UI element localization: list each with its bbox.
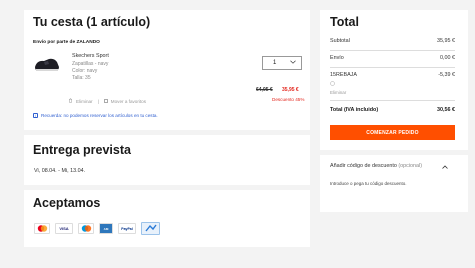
checkbox-icon: [103, 99, 108, 103]
maestro-icon: [78, 223, 94, 234]
total-label: Total (IVA incluido): [330, 107, 379, 113]
quantity-select[interactable]: 1: [262, 56, 302, 70]
total-title: Total: [330, 15, 359, 29]
subtotal-row: Subtotal 35,95 €: [330, 38, 455, 44]
subtotal-label: Subtotal: [330, 38, 350, 44]
promo-code: 15REBAJA: [330, 72, 357, 78]
delivery-title: Entrega prevista: [33, 143, 131, 157]
trash-icon: [68, 98, 73, 104]
cart-title: Tu cesta (1 artículo): [33, 15, 151, 29]
notice-text: Recuerda: no podemos reservar los artícu…: [41, 113, 158, 118]
divider: [330, 67, 455, 68]
total-value: 30,56 €: [437, 107, 455, 113]
subtotal-value: 35,95 €: [437, 38, 455, 44]
product-image[interactable]: [34, 52, 60, 74]
divider: [330, 50, 455, 51]
promo-remove-link[interactable]: Eliminar: [330, 90, 346, 95]
delivery-dates: Vi, 08.04. - Mi, 13.04.: [34, 168, 86, 174]
price-original: 64,95 €: [256, 87, 273, 93]
quantity-value: 1: [273, 60, 277, 66]
promo-value: -5,39 €: [438, 72, 455, 78]
mastercard-icon: [34, 223, 50, 234]
discount-optional: (opcional): [398, 163, 423, 169]
paypal-icon: PayPal: [118, 223, 136, 234]
checkout-button[interactable]: COMENZAR PEDIDO: [330, 125, 455, 140]
discount-toggle[interactable]: Añadir código de descuento (opcional): [330, 163, 422, 169]
payment-title: Aceptamos: [33, 196, 101, 210]
item-actions: Eliminar | Mover a favoritos: [68, 98, 146, 104]
price-sale: 35,95 €: [282, 87, 299, 93]
shipping-value: 0,00 €: [440, 55, 455, 61]
remove-link[interactable]: Eliminar: [76, 99, 93, 104]
product-size: Talla: 35: [72, 75, 91, 81]
info-icon: i: [33, 113, 38, 118]
promo-row: 15REBAJA -5,39 €: [330, 72, 455, 78]
payment-methods: VISA AM PayPal: [34, 222, 160, 235]
product-name[interactable]: Skechers Sport: [72, 53, 109, 59]
chevron-down-icon: [290, 60, 296, 66]
product-type: Zapatillas - navy: [72, 61, 109, 67]
shipping-row: Envío 0,00 €: [330, 55, 455, 61]
cart-notice: i Recuerda: no podemos reservar los artí…: [33, 113, 158, 118]
discount-subtitle: Introduce o pega tu código descuento.: [330, 181, 407, 186]
divider: [330, 100, 455, 101]
klarna-icon: [141, 222, 160, 235]
product-color: Color: navy: [72, 68, 98, 74]
discount-title: Añadir código de descuento: [330, 163, 397, 169]
visa-icon: VISA: [55, 223, 73, 234]
discount-badge: Descuento 45%: [272, 97, 305, 102]
shipping-label: Envío: [330, 55, 344, 61]
seller-label: Envío por parte de ZALANDO: [33, 40, 100, 45]
amex-icon: AM: [99, 223, 113, 234]
separator: |: [97, 98, 99, 104]
info-icon: [330, 81, 335, 87]
move-to-favorites-link[interactable]: Mover a favoritos: [111, 99, 146, 104]
chevron-up-icon[interactable]: [441, 163, 449, 171]
total-row: Total (IVA incluido) 30,56 €: [330, 107, 455, 113]
